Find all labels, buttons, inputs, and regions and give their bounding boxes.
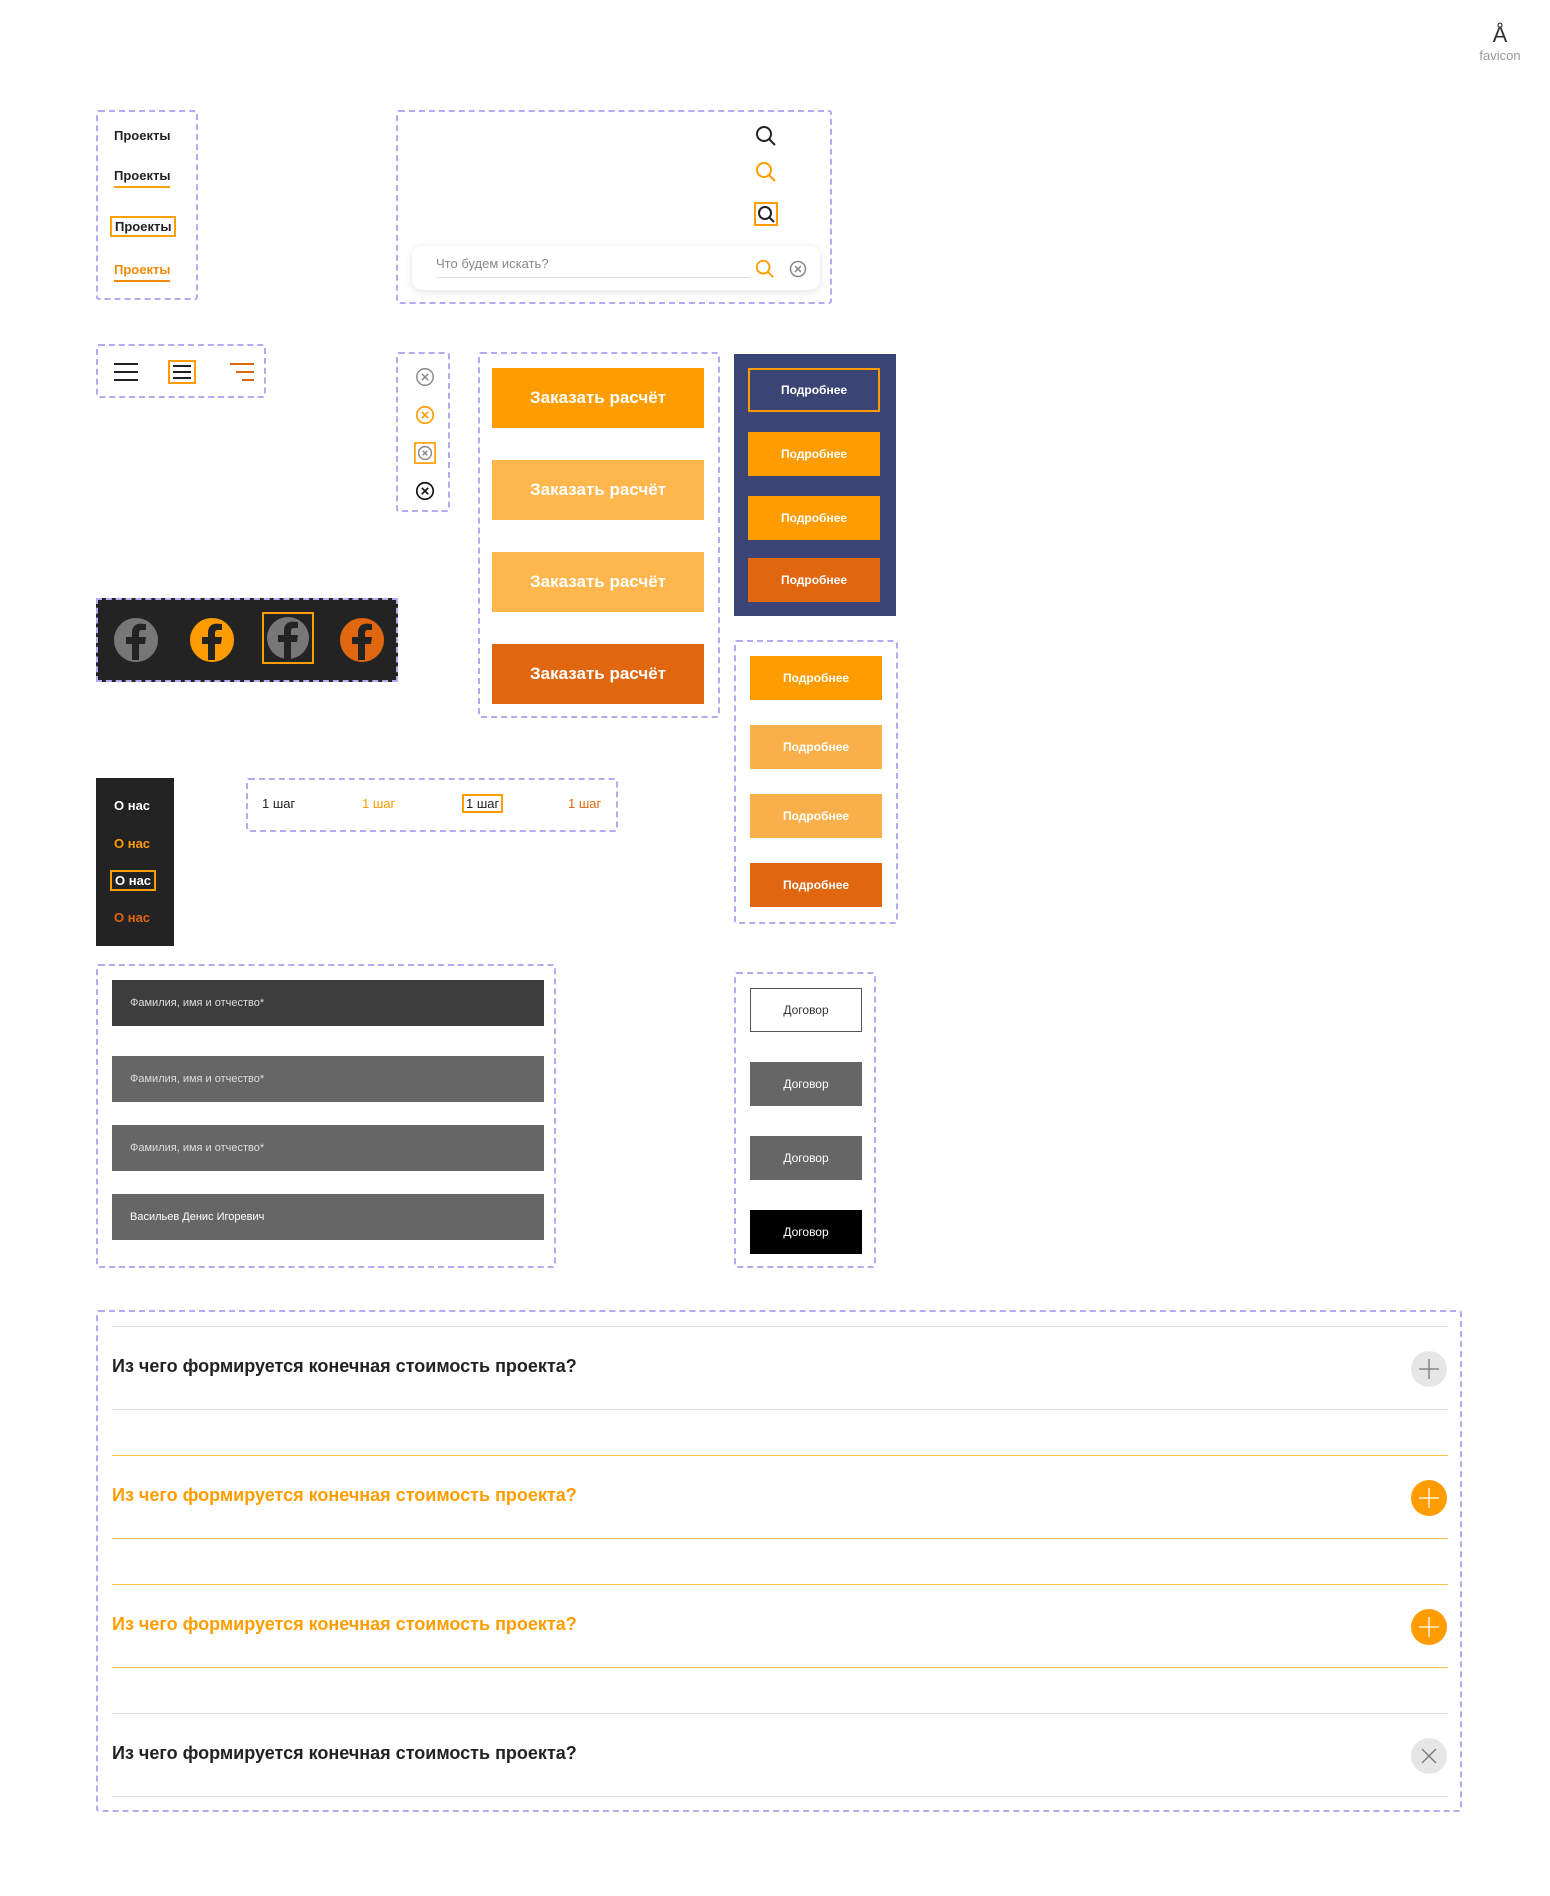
- burger-icon-focus[interactable]: [168, 360, 196, 384]
- plus-icon[interactable]: [1410, 1479, 1448, 1517]
- name-field-focus[interactable]: Фамилия, имя и отчество*: [112, 1125, 544, 1171]
- nav-link-active[interactable]: Проекты: [114, 262, 171, 282]
- step-label-hover[interactable]: 1 шаг: [362, 796, 395, 811]
- name-field[interactable]: Фамилия, имя и отчество*: [112, 980, 544, 1026]
- faq-question[interactable]: Из чего формируется конечная стоимость п…: [112, 1356, 577, 1377]
- order-button-hover[interactable]: Заказать расчёт: [492, 460, 704, 520]
- details-button[interactable]: Подробнее: [750, 656, 882, 700]
- faq-divider: [112, 1326, 1448, 1327]
- contract-button-active[interactable]: Договор: [750, 1210, 862, 1254]
- facebook-icon-hover[interactable]: [188, 616, 236, 664]
- order-button[interactable]: Заказать расчёт: [492, 368, 704, 428]
- faq-divider: [112, 1584, 1448, 1585]
- facebook-icon-states: [96, 598, 398, 682]
- about-link[interactable]: О нас: [114, 798, 150, 813]
- step-label-focus[interactable]: 1 шаг: [462, 794, 504, 813]
- favicon-icon: Å: [1492, 22, 1508, 47]
- order-button-focus[interactable]: Заказать расчёт: [492, 552, 704, 612]
- faq-divider: [112, 1409, 1448, 1410]
- about-link-focus[interactable]: О нас: [110, 870, 157, 891]
- close-icon[interactable]: [414, 366, 436, 388]
- burger-states: [96, 344, 266, 398]
- close-icon-focus[interactable]: [414, 442, 436, 464]
- close-icon[interactable]: [1410, 1737, 1448, 1775]
- facebook-icon-active[interactable]: [338, 616, 386, 664]
- close-icon-active[interactable]: [414, 480, 436, 502]
- favicon-preview: Å favicon: [1460, 22, 1540, 64]
- close-icon-hover[interactable]: [414, 404, 436, 426]
- burger-icon[interactable]: [112, 360, 140, 384]
- nav-link-hover[interactable]: Проекты: [114, 168, 171, 188]
- favicon-label: favicon: [1479, 48, 1521, 63]
- details-button-active[interactable]: Подробнее: [748, 558, 880, 602]
- details-button-hover[interactable]: Подробнее: [748, 496, 880, 540]
- order-button-active[interactable]: Заказать расчёт: [492, 644, 704, 704]
- faq-item-hover[interactable]: Из чего формируется конечная стоимость п…: [112, 1455, 1448, 1539]
- faq-divider: [112, 1455, 1448, 1456]
- details-button-focus[interactable]: Подробнее: [750, 794, 882, 838]
- step-label-active[interactable]: 1 шаг: [568, 796, 601, 811]
- name-field-hover[interactable]: Фамилия, имя и отчество*: [112, 1056, 544, 1102]
- details-button[interactable]: Подробнее: [748, 432, 880, 476]
- about-link-active[interactable]: О нас: [114, 910, 150, 925]
- details-button-outline[interactable]: Подробнее: [748, 368, 880, 412]
- input-field-states: Фамилия, имя и отчество* Фамилия, имя и …: [96, 964, 556, 1268]
- search-icon[interactable]: [754, 124, 778, 148]
- contract-button-hover[interactable]: Договор: [750, 1062, 862, 1106]
- step-label[interactable]: 1 шаг: [262, 796, 295, 811]
- plus-icon[interactable]: [1410, 1608, 1448, 1646]
- details-button-hover[interactable]: Подробнее: [750, 725, 882, 769]
- burger-icon-active[interactable]: [228, 360, 256, 384]
- faq-divider: [112, 1538, 1448, 1539]
- faq-divider: [112, 1713, 1448, 1714]
- facebook-icon[interactable]: [112, 616, 160, 664]
- close-icon-states: [396, 352, 450, 512]
- details-button-states-dark: Подробнее Подробнее Подробнее Подробнее: [734, 354, 896, 616]
- search-bar[interactable]: Что будем искать?: [412, 246, 820, 290]
- nav-link-focus[interactable]: Проекты: [110, 216, 177, 237]
- contract-button-states: Договор Договор Договор Договор: [734, 972, 876, 1268]
- faq-divider: [112, 1796, 1448, 1797]
- faq-item-open[interactable]: Из чего формируется конечная стоимость п…: [112, 1713, 1448, 1797]
- name-field-filled[interactable]: Васильев Денис Игоревич: [112, 1194, 544, 1240]
- details-button-states-light: Подробнее Подробнее Подробнее Подробнее: [734, 640, 898, 924]
- search-clear-icon[interactable]: [788, 259, 808, 279]
- search-submit-icon[interactable]: [754, 258, 776, 280]
- faq-question[interactable]: Из чего формируется конечная стоимость п…: [112, 1743, 577, 1764]
- contract-button[interactable]: Договор: [750, 988, 862, 1032]
- nav-link-default[interactable]: Проекты: [114, 128, 170, 143]
- details-button-active[interactable]: Подробнее: [750, 863, 882, 907]
- about-link-states: О нас О нас О нас О нас: [96, 778, 174, 946]
- search-icon-focus[interactable]: [754, 202, 778, 226]
- faq-item[interactable]: Из чего формируется конечная стоимость п…: [112, 1326, 1448, 1410]
- faq-accordion-states: Из чего формируется конечная стоимость п…: [96, 1310, 1462, 1812]
- facebook-icon-focus[interactable]: [262, 612, 314, 664]
- contract-button-focus[interactable]: Договор: [750, 1136, 862, 1180]
- about-link-hover[interactable]: О нас: [114, 836, 150, 851]
- search-input[interactable]: Что будем искать?: [436, 256, 549, 271]
- faq-question[interactable]: Из чего формируется конечная стоимость п…: [112, 1614, 577, 1635]
- step-states: 1 шаг 1 шаг 1 шаг 1 шаг: [246, 778, 618, 832]
- faq-divider: [112, 1667, 1448, 1668]
- plus-icon[interactable]: [1410, 1350, 1448, 1388]
- search-icon-hover[interactable]: [754, 160, 778, 184]
- search-states: Что будем искать?: [396, 110, 832, 304]
- order-button-states: Заказать расчёт Заказать расчёт Заказать…: [478, 352, 720, 718]
- search-underline: [436, 277, 750, 278]
- faq-item-focus[interactable]: Из чего формируется конечная стоимость п…: [112, 1584, 1448, 1668]
- nav-link-states: Проекты Проекты Проекты Проекты: [96, 110, 198, 300]
- faq-question[interactable]: Из чего формируется конечная стоимость п…: [112, 1485, 577, 1506]
